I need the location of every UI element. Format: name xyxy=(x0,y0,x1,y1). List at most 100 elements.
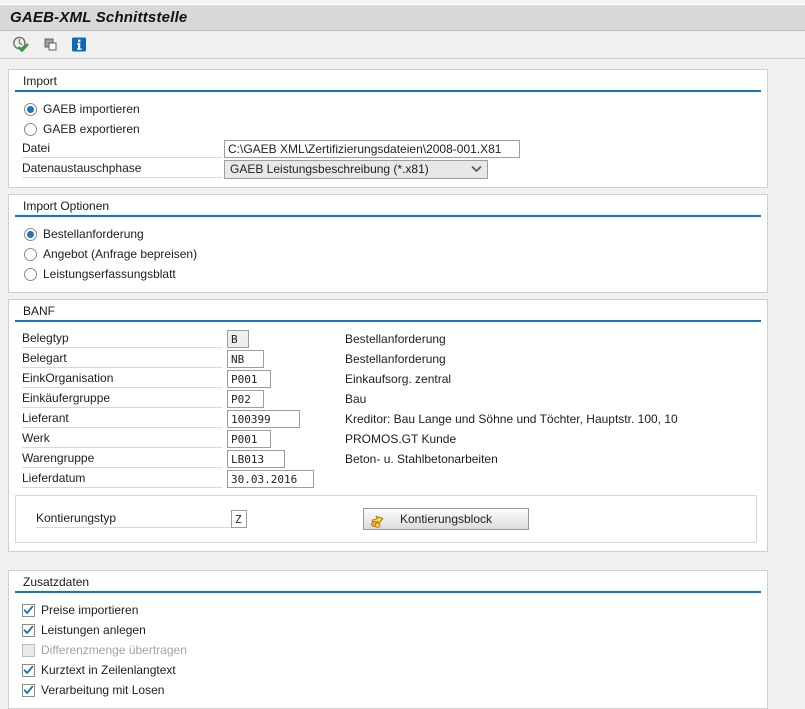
field-description: Beton- u. Stahlbetonarbeiten xyxy=(345,452,498,466)
radio-button-icon[interactable] xyxy=(24,248,37,261)
main-content: Import GAEB importierenGAEB exportieren … xyxy=(0,59,805,709)
datenaustauschphase-row: Datenaustauschphase GAEB Leistungsbeschr… xyxy=(22,159,767,179)
copy-objects-button[interactable] xyxy=(40,35,60,55)
radio-option[interactable]: Bestellanforderung xyxy=(24,224,767,244)
checkbox-icon[interactable] xyxy=(22,664,35,677)
radio-option-label: GAEB exportieren xyxy=(43,122,140,136)
field-description: Bestellanforderung xyxy=(345,332,446,346)
banf-section-rule xyxy=(15,320,761,322)
field-row: Belegtyp Bestellanforderung xyxy=(22,329,767,349)
page-title: GAEB-XML Schnittstelle xyxy=(10,9,187,26)
banf-section-title: BANF xyxy=(9,300,767,320)
radio-dot xyxy=(27,251,34,258)
field-description: Kreditor: Bau Lange und Söhne und Töchte… xyxy=(345,412,678,426)
chevron-down-icon xyxy=(471,166,482,173)
field-input[interactable] xyxy=(227,370,271,388)
execute-button[interactable] xyxy=(11,35,31,55)
field-label: Lieferant xyxy=(22,410,222,428)
kontierungsblock-button[interactable]: Kontierungsblock xyxy=(363,508,529,530)
field-input[interactable] xyxy=(227,390,264,408)
account-assignment-icon xyxy=(370,512,386,531)
field-label: Lieferdatum xyxy=(22,470,222,488)
radio-option[interactable]: Angebot (Anfrage bepreisen) xyxy=(24,244,767,264)
field-row: Warengruppe Beton- u. Stahlbetonarbeiten xyxy=(22,449,767,469)
radio-button-icon[interactable] xyxy=(24,268,37,281)
import-section: Import GAEB importierenGAEB exportieren … xyxy=(8,69,768,188)
field-input[interactable] xyxy=(227,470,314,488)
field-label: Einkäufergruppe xyxy=(22,390,222,408)
field-description: Bau xyxy=(345,392,366,406)
import-section-title: Import xyxy=(9,70,767,90)
kontierung-box: Kontierungstyp Kontierungsblock xyxy=(15,495,757,543)
import-options-radio-group: Bestellanforderung Angebot (Anfrage bepre… xyxy=(9,224,767,284)
radio-dot xyxy=(27,231,34,238)
radio-option[interactable]: GAEB importieren xyxy=(24,99,767,119)
checkbox-option-label: Differenzmenge übertragen xyxy=(41,643,187,657)
field-input[interactable] xyxy=(227,350,264,368)
copy-objects-icon xyxy=(42,36,59,53)
checkbox-option[interactable]: Verarbeitung mit Losen xyxy=(22,680,767,700)
execute-icon xyxy=(12,36,30,54)
info-button[interactable] xyxy=(69,35,89,55)
zusatzdaten-title: Zusatzdaten xyxy=(9,571,767,591)
datei-row: Datei xyxy=(22,139,767,159)
zusatzdaten-section: Zusatzdaten Preise importieren Leistungen… xyxy=(8,570,768,709)
radio-option[interactable]: GAEB exportieren xyxy=(24,119,767,139)
kontierungsblock-button-label: Kontierungsblock xyxy=(400,512,492,526)
radio-option-label: Leistungserfassungsblatt xyxy=(43,267,176,281)
field-label: Warengruppe xyxy=(22,450,222,468)
field-row: Belegart Bestellanforderung xyxy=(22,349,767,369)
import-section-rule xyxy=(15,90,761,92)
radio-dot xyxy=(27,106,34,113)
kontierungstyp-label: Kontierungstyp xyxy=(36,510,231,528)
info-icon xyxy=(71,36,88,53)
datei-label: Datei xyxy=(22,140,222,158)
radio-dot xyxy=(27,126,34,133)
field-row: WerkPROMOS.GT Kunde xyxy=(22,429,767,449)
field-label: Belegart xyxy=(22,350,222,368)
kontierungstyp-input[interactable] xyxy=(231,510,247,528)
radio-option[interactable]: Leistungserfassungsblatt xyxy=(24,264,767,284)
field-input[interactable] xyxy=(227,330,249,348)
datenaustauschphase-value: GAEB Leistungsbeschreibung (*.x81) xyxy=(230,162,429,176)
checkbox-icon[interactable] xyxy=(22,684,35,697)
import-options-title: Import Optionen xyxy=(9,195,767,215)
checkbox-icon[interactable] xyxy=(22,604,35,617)
checkbox-option[interactable]: Leistungen anlegen xyxy=(22,620,767,640)
field-row: Einkäufergruppe Bau xyxy=(22,389,767,409)
field-row: Lieferdatum xyxy=(22,469,767,489)
kontierungstyp-row: Kontierungstyp Kontierungsblock xyxy=(36,509,756,529)
field-row: EinkOrganisationEinkaufsorg. zentral xyxy=(22,369,767,389)
radio-dot xyxy=(27,271,34,278)
field-input[interactable] xyxy=(227,410,300,428)
field-label: EinkOrganisation xyxy=(22,370,222,388)
checkbox-option[interactable]: Preise importieren xyxy=(22,600,767,620)
field-label: Belegtyp xyxy=(22,330,222,348)
checkbox-icon xyxy=(22,644,35,657)
field-row: Lieferant Kreditor: Bau Lange und Söhne u… xyxy=(22,409,767,429)
checkbox-option: Differenzmenge übertragen xyxy=(22,640,767,660)
checkbox-option-label: Preise importieren xyxy=(41,603,138,617)
zusatzdaten-rule xyxy=(15,591,761,593)
radio-button-icon[interactable] xyxy=(24,103,37,116)
radio-button-icon[interactable] xyxy=(24,123,37,136)
checkbox-option[interactable]: Kurztext in Zeilenlangtext xyxy=(22,660,767,680)
import-options-rule xyxy=(15,215,761,217)
zusatzdaten-checkbox-group: Preise importieren Leistungen anlegen Diff… xyxy=(9,600,767,700)
import-radio-group: GAEB importieren GAEB exportieren xyxy=(9,99,767,139)
field-description: Bestellanforderung xyxy=(345,352,446,366)
datenaustauschphase-label: Datenaustauschphase xyxy=(22,160,222,178)
field-label: Werk xyxy=(22,430,222,448)
import-options-section: Import Optionen Bestellanforderung Angebo… xyxy=(8,194,768,293)
radio-button-icon[interactable] xyxy=(24,228,37,241)
checkbox-option-label: Leistungen anlegen xyxy=(41,623,146,637)
datenaustauschphase-select[interactable]: GAEB Leistungsbeschreibung (*.x81) xyxy=(224,160,488,179)
field-input[interactable] xyxy=(227,430,271,448)
banf-section: BANF BelegtypBestellanforderungBelegartB… xyxy=(8,299,768,552)
checkbox-icon[interactable] xyxy=(22,624,35,637)
field-input[interactable] xyxy=(227,450,285,468)
title-bar: GAEB-XML Schnittstelle xyxy=(0,4,805,31)
radio-option-label: Angebot (Anfrage bepreisen) xyxy=(43,247,197,261)
radio-option-label: Bestellanforderung xyxy=(43,227,144,241)
datei-input[interactable] xyxy=(224,140,520,158)
